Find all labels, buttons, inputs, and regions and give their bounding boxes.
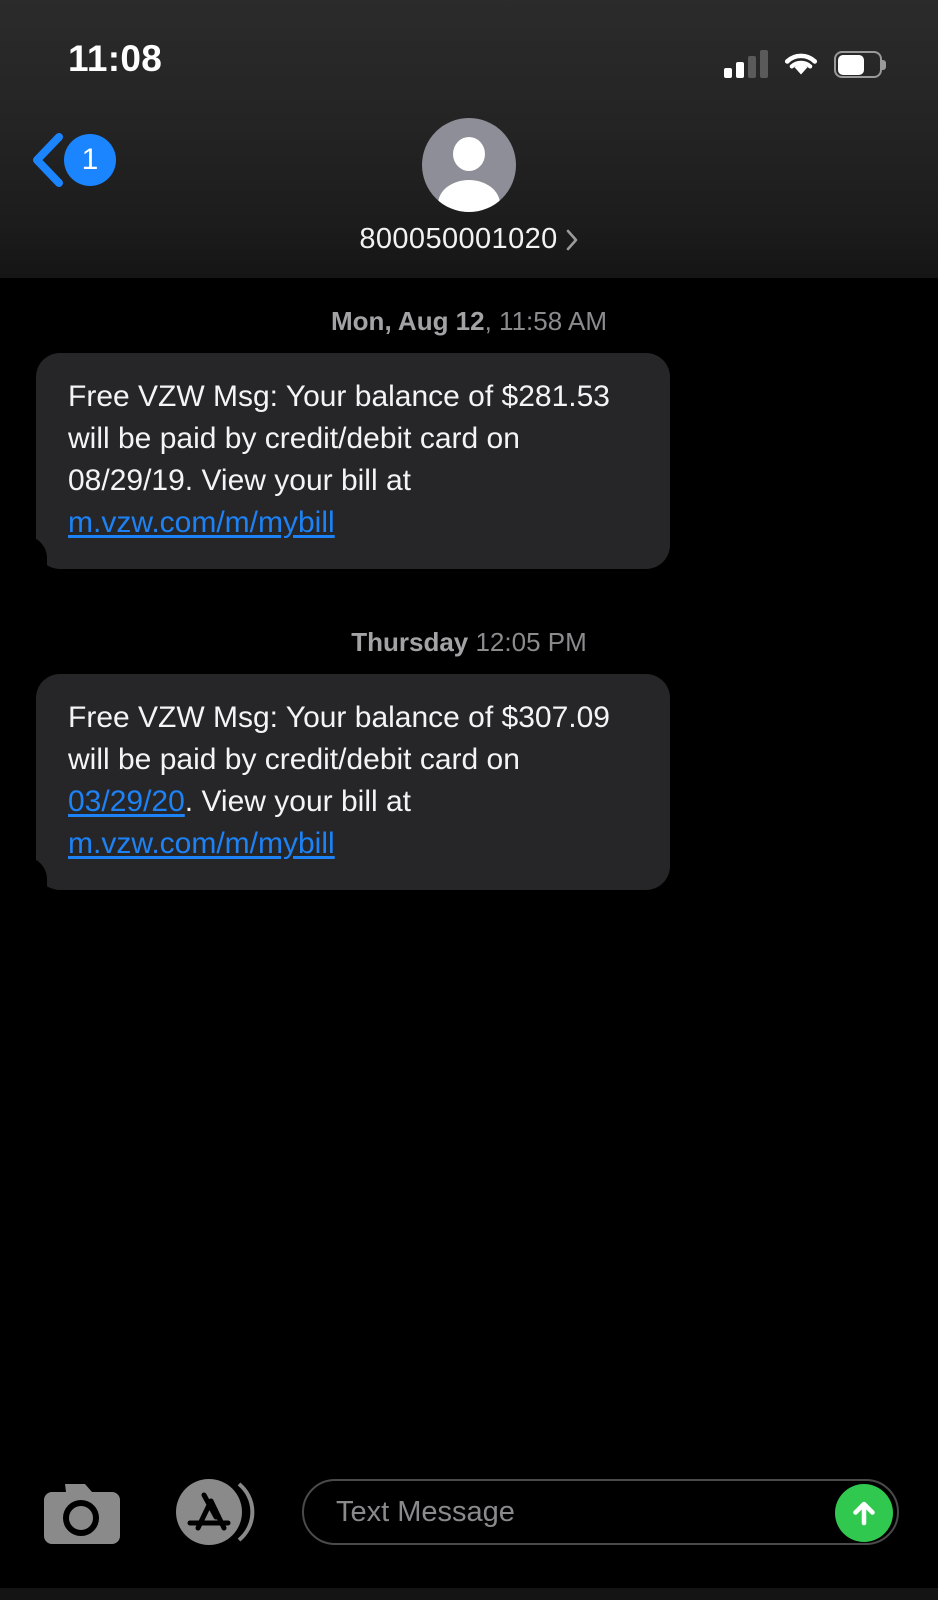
message-date-link[interactable]: 03/29/20 <box>68 785 185 818</box>
app-store-icon[interactable] <box>168 1476 260 1548</box>
contact-name: 800050001020 <box>359 223 558 255</box>
message-timestamp: Thursday 12:05 PM <box>0 617 938 674</box>
home-indicator-bar <box>0 1588 938 1600</box>
bubble-tail <box>25 857 59 891</box>
message-timestamp: Mon, Aug 12, 11:58 AM <box>0 296 938 353</box>
bubble-tail <box>25 536 59 570</box>
conversation-header: 11:08 1 800050001020 <box>0 0 938 278</box>
timestamp-time: , 11:58 AM <box>484 306 607 336</box>
timestamp-time: 12:05 PM <box>468 627 587 657</box>
message-bubble-incoming[interactable]: Free VZW Msg: Your balance of $281.53 wi… <box>25 353 670 570</box>
message-input-field[interactable] <box>302 1479 899 1545</box>
contact-header-block[interactable]: 800050001020 <box>0 118 938 256</box>
timestamp-day: Thursday <box>351 627 469 657</box>
timestamp-day: Mon, Aug 12 <box>331 306 485 336</box>
message-link[interactable]: m.vzw.com/m/mybill <box>68 506 335 539</box>
status-bar-indicators <box>724 42 886 78</box>
chevron-right-icon <box>566 229 577 250</box>
cellular-signal-icon <box>724 50 768 78</box>
status-bar-clock: 11:08 <box>68 38 163 79</box>
person-avatar-icon[interactable] <box>422 118 516 212</box>
message-input[interactable] <box>304 1495 897 1529</box>
message-text: Free VZW Msg: Your balance of $307.09 wi… <box>68 701 610 776</box>
message-row: Free VZW Msg: Your balance of $307.09 wi… <box>0 674 938 891</box>
message-list[interactable]: Mon, Aug 12, 11:58 AM Free VZW Msg: Your… <box>0 278 938 1450</box>
message-row: Free VZW Msg: Your balance of $281.53 wi… <box>0 353 938 570</box>
message-link[interactable]: m.vzw.com/m/mybill <box>68 827 335 860</box>
send-button[interactable] <box>835 1484 893 1542</box>
messages-app-screen: 11:08 1 800050001020 Mon, Aug 12, 11:58 … <box>0 0 938 1600</box>
wifi-icon <box>784 53 818 75</box>
send-arrow-up-icon <box>853 1501 875 1526</box>
message-text: . View your bill at <box>184 785 411 818</box>
contact-name-row[interactable]: 800050001020 <box>359 223 578 256</box>
message-bubble-incoming[interactable]: Free VZW Msg: Your balance of $307.09 wi… <box>25 674 670 891</box>
status-bar: 11:08 <box>0 0 938 100</box>
camera-icon[interactable] <box>38 1479 124 1545</box>
battery-icon <box>834 51 886 78</box>
message-text: Free VZW Msg: Your balance of $281.53 wi… <box>68 380 610 497</box>
